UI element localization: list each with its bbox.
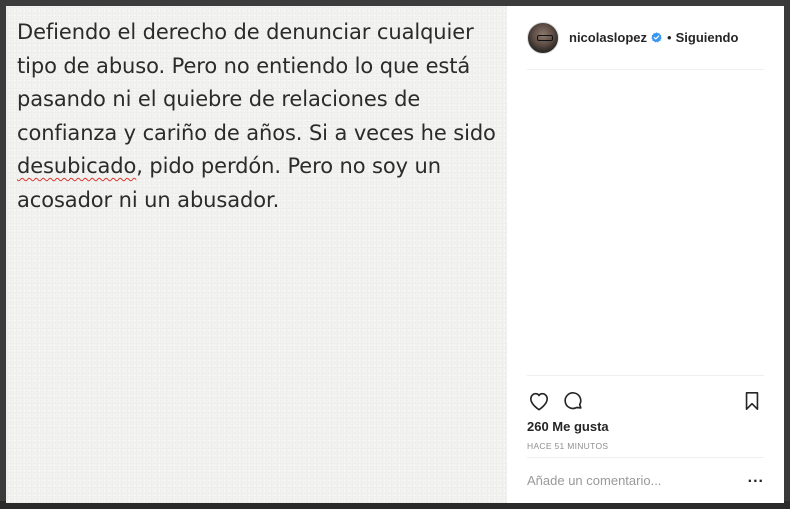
post-header: nicolaslopez • Siguiendo (527, 6, 764, 70)
post-image: Defiendo el derecho de denunciar cualqui… (6, 6, 506, 503)
verified-badge-icon (651, 32, 662, 43)
post-sidebar: nicolaslopez • Siguiendo 260 Me gusta HA… (506, 6, 784, 503)
following-button[interactable]: Siguiendo (676, 30, 739, 45)
post-text-line: tipo de abuso. Pero no entiendo lo que e… (17, 53, 471, 78)
post-image-text: Defiendo el derecho de denunciar cualqui… (17, 16, 496, 217)
post-modal: Defiendo el derecho de denunciar cualqui… (6, 6, 784, 503)
action-bar (527, 384, 764, 418)
post-timestamp: HACE 51 MINUTOS (527, 441, 609, 451)
separator-dot: • (667, 30, 672, 45)
post-text-line: confianza y cariño de años. Si a veces h… (17, 120, 496, 145)
post-text-line: Defiendo el derecho de denunciar cualqui… (17, 20, 474, 44)
heart-icon (530, 392, 549, 411)
comment-button[interactable] (561, 389, 585, 413)
more-options-button[interactable]: ... (748, 469, 764, 489)
comment-bar: ... (527, 457, 764, 503)
username-link[interactable]: nicolaslopez (569, 30, 647, 45)
post-text-line: , pido perdón. Pero no soy un (136, 154, 441, 178)
comment-input[interactable] (527, 473, 748, 488)
save-button[interactable] (740, 389, 764, 413)
likes-count[interactable]: 260 Me gusta (527, 419, 764, 434)
comments-area (507, 70, 784, 375)
actions-section: 260 Me gusta HACE 51 MINUTOS (527, 375, 764, 457)
bookmark-icon (745, 392, 759, 410)
like-button[interactable] (527, 389, 551, 413)
misspelled-word: desubicado (17, 154, 137, 178)
post-text-line: pasando ni el quiebre de relaciones de (17, 87, 421, 111)
post-text-line: acosador ni un abusador. (17, 187, 280, 212)
avatar[interactable] (527, 21, 559, 54)
backdrop (784, 0, 790, 509)
comment-icon (564, 392, 582, 410)
